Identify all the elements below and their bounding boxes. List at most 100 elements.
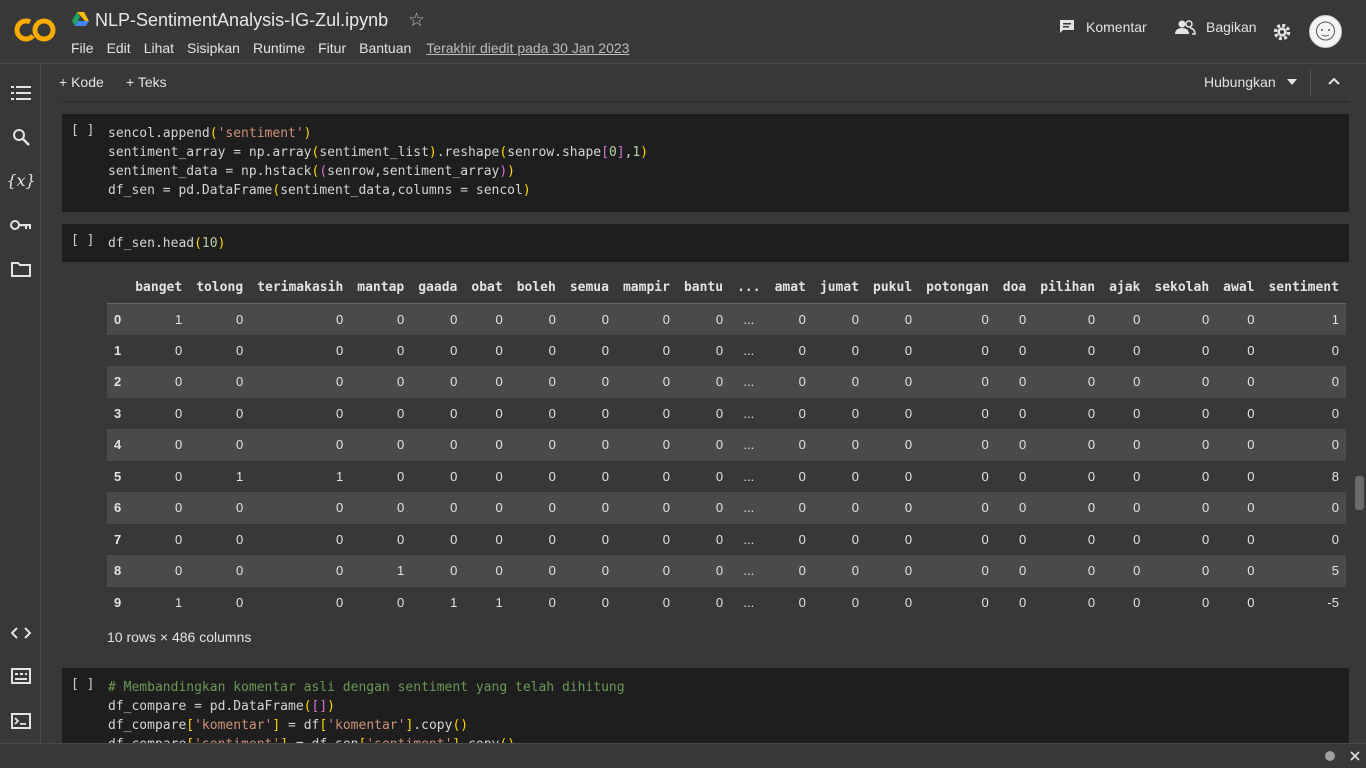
comment-button[interactable]: Komentar bbox=[1058, 18, 1147, 36]
table-cell: 0 bbox=[995, 492, 1034, 524]
table-cell: 0 bbox=[548, 531, 556, 547]
code-cell[interactable]: [ ] sencol.append('sentiment') sentiment… bbox=[62, 114, 1349, 212]
table-cell: 0 bbox=[562, 429, 616, 461]
avatar[interactable] bbox=[1309, 15, 1342, 48]
table-cell: 0 bbox=[1019, 342, 1027, 358]
table-cell: 0 bbox=[981, 342, 989, 358]
table-cell: 0 bbox=[1033, 303, 1103, 335]
menu-tools[interactable]: Fitur bbox=[318, 40, 346, 56]
column-header: pilihan bbox=[1033, 273, 1103, 304]
table-cell: 0 bbox=[464, 555, 510, 587]
cell-output: banget tolong terimakasih mantap gaada obat bo… bbox=[62, 265, 1349, 645]
code-editor[interactable]: # Membandingkan komentar asli dengan sen… bbox=[108, 678, 625, 743]
chevron-down-icon[interactable] bbox=[1287, 79, 1297, 85]
notebook-title[interactable]: NLP-SentimentAnalysis-IG-Zul.ipynb bbox=[95, 10, 388, 31]
table-cell: 0 bbox=[189, 429, 251, 461]
menu-view[interactable]: Lihat bbox=[144, 40, 174, 56]
table-cell: 0 bbox=[798, 531, 806, 547]
table-cell: 0 bbox=[1147, 429, 1217, 461]
table-cell: 0 bbox=[1019, 468, 1027, 484]
add-code-button[interactable]: + Kode bbox=[59, 74, 104, 90]
table-cell: 0 bbox=[715, 531, 724, 547]
star-icon[interactable]: ☆ bbox=[408, 9, 425, 32]
table-cell: 0 bbox=[450, 468, 458, 484]
table-cell: 0 bbox=[615, 492, 677, 524]
drive-icon[interactable] bbox=[72, 12, 89, 27]
command-palette-icon[interactable] bbox=[10, 665, 32, 687]
share-label: Bagikan bbox=[1206, 19, 1257, 35]
folder-icon[interactable] bbox=[10, 258, 32, 280]
variables-icon[interactable]: {𝑥} bbox=[6, 169, 35, 191]
colab-logo[interactable] bbox=[14, 16, 56, 44]
menu-insert[interactable]: Sisipkan bbox=[187, 40, 240, 56]
share-button[interactable]: Bagikan bbox=[1174, 18, 1257, 36]
table-cell: 8 bbox=[1331, 468, 1339, 484]
table-cell: 0 bbox=[464, 429, 510, 461]
row-index: 4 bbox=[107, 429, 129, 461]
table-cell: 0 bbox=[676, 303, 731, 335]
code-cell[interactable]: [ ] df_sen.head(10) bbox=[62, 224, 1349, 262]
table-cell: 0 bbox=[397, 531, 405, 547]
row-index: 2 bbox=[107, 366, 129, 398]
close-icon[interactable] bbox=[1350, 751, 1360, 761]
column-header: tolong bbox=[189, 273, 251, 304]
table-cell: 0 bbox=[1216, 366, 1262, 398]
table-cell: 0 bbox=[336, 531, 344, 547]
table-cell: ... bbox=[730, 303, 768, 335]
table-cell: 0 bbox=[1133, 405, 1141, 421]
table-cell: 0 bbox=[235, 342, 244, 358]
gear-icon[interactable] bbox=[1272, 22, 1292, 42]
column-header: ajak bbox=[1102, 273, 1148, 304]
table-header-row: banget tolong terimakasih mantap gaada obat bo… bbox=[107, 273, 1346, 304]
comment-icon bbox=[1060, 20, 1074, 33]
table-cell: 0 bbox=[189, 366, 251, 398]
menu-runtime[interactable]: Runtime bbox=[253, 40, 305, 56]
table-cell: 0 bbox=[464, 303, 510, 335]
run-cell-button[interactable]: [ ] bbox=[71, 233, 94, 248]
menu-help[interactable]: Bantuan bbox=[359, 40, 411, 56]
table-cell: 0 bbox=[798, 468, 806, 484]
table-cell: 0 bbox=[128, 555, 190, 587]
table-cell: 0 bbox=[235, 531, 244, 547]
collapse-up-icon[interactable] bbox=[1328, 77, 1340, 85]
table-cell: 0 bbox=[1216, 492, 1262, 524]
scrollbar-thumb[interactable] bbox=[1355, 476, 1364, 510]
terminal-icon[interactable] bbox=[10, 710, 32, 732]
run-cell-button[interactable]: [ ] bbox=[71, 123, 94, 138]
previous-cell-bottom bbox=[62, 101, 1349, 103]
table-cell: 0 bbox=[411, 366, 465, 398]
column-header: jumat bbox=[812, 273, 867, 304]
menu-edit[interactable]: Edit bbox=[107, 40, 131, 56]
table-cell: 0 bbox=[662, 405, 670, 421]
code-snippets-icon[interactable] bbox=[10, 622, 32, 644]
table-cell: ... bbox=[730, 366, 768, 398]
table-cell: 0 bbox=[336, 342, 344, 358]
column-header: pukul bbox=[866, 273, 920, 304]
table-cell: 0 bbox=[1261, 366, 1346, 398]
table-cell: 0 bbox=[615, 555, 677, 587]
table-cell: 0 bbox=[601, 405, 609, 421]
last-edited-link[interactable]: Terakhir diedit pada 30 Jan 2023 bbox=[426, 40, 629, 56]
row-index: 0 bbox=[107, 303, 129, 335]
menu-file[interactable]: File bbox=[71, 40, 94, 56]
code-cell[interactable]: [ ] # Membandingkan komentar asli dengan… bbox=[62, 668, 1349, 743]
table-cell: 0 bbox=[174, 405, 183, 421]
toc-icon[interactable] bbox=[10, 82, 32, 104]
table-cell: 0 bbox=[250, 429, 351, 461]
code-editor[interactable]: sencol.append('sentiment') sentiment_arr… bbox=[108, 124, 648, 200]
table-cell: 0 bbox=[812, 555, 867, 587]
add-text-button[interactable]: + Teks bbox=[126, 74, 167, 90]
run-cell-button[interactable]: [ ] bbox=[71, 677, 94, 692]
table-cell: 0 bbox=[1201, 342, 1210, 358]
table-cell: 0 bbox=[1102, 429, 1148, 461]
table-cell: 0 bbox=[615, 429, 677, 461]
table-cell: 0 bbox=[509, 303, 563, 335]
connect-button[interactable]: Hubungkan bbox=[1204, 74, 1276, 90]
key-icon[interactable] bbox=[10, 214, 32, 236]
table-cell: 0 bbox=[128, 366, 190, 398]
code-editor[interactable]: df_sen.head(10) bbox=[108, 234, 225, 253]
toolbar-divider bbox=[1310, 70, 1311, 96]
table-cell: 0 bbox=[715, 405, 724, 421]
search-icon[interactable] bbox=[10, 126, 32, 148]
column-header: sentiment bbox=[1261, 273, 1346, 304]
